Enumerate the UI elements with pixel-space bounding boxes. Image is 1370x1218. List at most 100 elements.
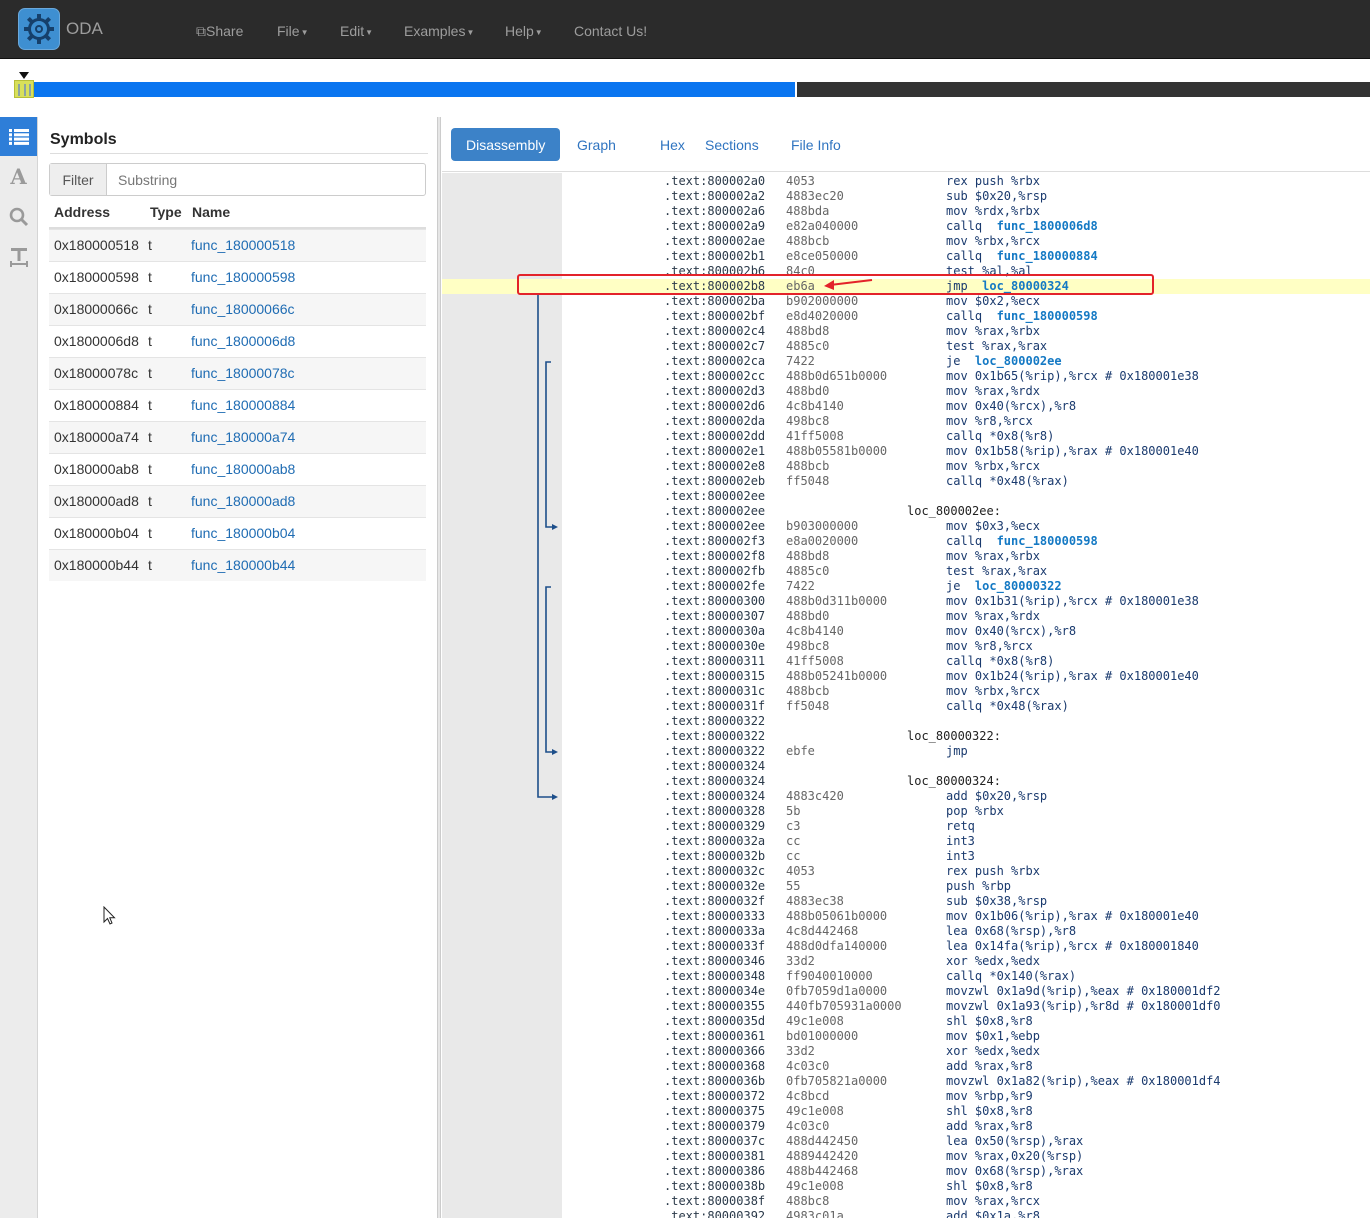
sidebar-item-text[interactable] bbox=[0, 237, 37, 276]
filter-input[interactable] bbox=[107, 164, 425, 195]
table-row[interactable]: 0x180000b04 t func_180000b04 bbox=[49, 517, 426, 549]
disassembly-line[interactable]: .text:800002cc 488b0d651b0000 mov 0x1b65(%… bbox=[442, 369, 1370, 384]
position-marker-icon[interactable] bbox=[19, 72, 29, 79]
binary-position-bar[interactable] bbox=[14, 80, 1370, 98]
disassembly-line[interactable]: .text:80000386 488b442468 mov 0x68(%rsp),%… bbox=[442, 1164, 1370, 1179]
oda-logo[interactable] bbox=[18, 8, 60, 50]
disassembly-line[interactable]: .text:80000366 33d2 xor %edx,%edx bbox=[442, 1044, 1370, 1059]
symbol-name-link[interactable]: func_1800006d8 bbox=[191, 333, 295, 349]
table-row[interactable]: 0x180000884 t func_180000884 bbox=[49, 389, 426, 421]
disassembly-line[interactable]: .text:80000355 440fb705931a0000 movzwl 0x1… bbox=[442, 999, 1370, 1014]
disassembly-line[interactable]: .text:8000034e 0fb7059d1a0000 movzwl 0x1a9… bbox=[442, 984, 1370, 999]
disassembly-line[interactable]: .text:800002fe 7422 je loc_80000322 bbox=[442, 579, 1370, 594]
disassembly-line[interactable]: .text:800002ca 7422 je loc_800002ee bbox=[442, 354, 1370, 369]
disassembly-line[interactable]: .text:80000392 4983c01a add $0x1a,%r8 bbox=[442, 1209, 1370, 1218]
disassembly-line[interactable]: .text:80000300 488b0d311b0000 mov 0x1b31(%… bbox=[442, 594, 1370, 609]
table-row[interactable]: 0x1800006d8 t func_1800006d8 bbox=[49, 325, 426, 357]
sidebar-item-strings[interactable]: A bbox=[0, 157, 37, 196]
disassembly-line[interactable]: .text:800002a0 4053 rex push %rbx bbox=[442, 174, 1370, 189]
disassembly-line[interactable]: .text:800002a6 488bda mov %rdx,%rbx bbox=[442, 204, 1370, 219]
branch-target-link[interactable]: func_1800006d8 bbox=[997, 219, 1098, 233]
column-header-address[interactable]: Address bbox=[54, 204, 110, 220]
table-row[interactable]: 0x180000a74 t func_180000a74 bbox=[49, 421, 426, 453]
disassembly-view[interactable]: .text:800002a0 4053 rex push %rbx .text:800… bbox=[442, 173, 1370, 1218]
disassembly-line[interactable]: .text:800002f8 488bd8 mov %rax,%rbx bbox=[442, 549, 1370, 564]
symbol-name-link[interactable]: func_180000b04 bbox=[191, 525, 295, 541]
disassembly-line[interactable]: .text:8000030a 4c8b4140 mov 0x40(%rcx),%r8 bbox=[442, 624, 1370, 639]
branch-target-link[interactable]: loc_80000322 bbox=[975, 579, 1062, 593]
table-row[interactable]: 0x18000078c t func_18000078c bbox=[49, 357, 426, 389]
file-menu[interactable]: File▼ bbox=[277, 23, 308, 39]
symbol-name-link[interactable]: func_180000598 bbox=[191, 269, 295, 285]
disassembly-line[interactable]: .text:800002a9 e82a040000 callq func_18000… bbox=[442, 219, 1370, 234]
disassembly-line[interactable]: .text:800002dd 41ff5008 callq *0x8(%r8) bbox=[442, 429, 1370, 444]
table-row[interactable]: 0x180000ab8 t func_180000ab8 bbox=[49, 453, 426, 485]
disassembly-line[interactable]: .text:80000315 488b05241b0000 mov 0x1b24(%… bbox=[442, 669, 1370, 684]
disassembly-line[interactable]: .text:8000036b 0fb705821a0000 movzwl 0x1a8… bbox=[442, 1074, 1370, 1089]
symbol-name-link[interactable]: func_180000a74 bbox=[191, 429, 295, 445]
disassembly-line[interactable]: .text:80000322 bbox=[442, 714, 1370, 729]
edit-menu[interactable]: Edit▼ bbox=[340, 23, 373, 39]
disassembly-line[interactable]: .text:80000333 488b05061b0000 mov 0x1b06(%… bbox=[442, 909, 1370, 924]
table-row[interactable]: 0x180000518 t func_180000518 bbox=[49, 229, 426, 261]
disassembly-line[interactable]: .text:80000346 33d2 xor %edx,%edx bbox=[442, 954, 1370, 969]
tab-sections[interactable]: Sections bbox=[690, 128, 774, 161]
disassembly-line[interactable]: .text:80000324 bbox=[442, 759, 1370, 774]
disassembly-line[interactable]: .text:800002a2 4883ec20 sub $0x20,%rsp bbox=[442, 189, 1370, 204]
sidebar-item-symbols[interactable] bbox=[0, 117, 37, 156]
disassembly-line[interactable]: .text:80000322 ebfe jmp bbox=[442, 744, 1370, 759]
disassembly-line[interactable]: .text:800002ee b903000000 mov $0x3,%ecx bbox=[442, 519, 1370, 534]
symbol-name-link[interactable]: func_180000b44 bbox=[191, 557, 295, 573]
symbol-name-link[interactable]: func_180000ad8 bbox=[191, 493, 295, 509]
disassembly-line[interactable]: .text:80000322 loc_80000322: bbox=[442, 729, 1370, 744]
disassembly-line[interactable]: .text:800002f3 e8a0020000 callq func_18000… bbox=[442, 534, 1370, 549]
tab-disassembly[interactable]: Disassembly bbox=[451, 128, 561, 161]
disassembly-line[interactable]: .text:800002c7 4885c0 test %rax,%rax bbox=[442, 339, 1370, 354]
disassembly-line[interactable]: .text:800002ba b902000000 mov $0x2,%ecx bbox=[442, 294, 1370, 309]
disassembly-line[interactable]: .text:800002ae 488bcb mov %rbx,%rcx bbox=[442, 234, 1370, 249]
disassembly-line[interactable]: .text:80000361 bd01000000 mov $0x1,%ebp bbox=[442, 1029, 1370, 1044]
disassembly-line[interactable]: .text:800002ee loc_800002ee: bbox=[442, 504, 1370, 519]
disassembly-line[interactable]: .text:8000031c 488bcb mov %rbx,%rcx bbox=[442, 684, 1370, 699]
disassembly-line[interactable]: .text:800002e1 488b05581b0000 mov 0x1b58(%… bbox=[442, 444, 1370, 459]
table-row[interactable]: 0x18000066c t func_18000066c bbox=[49, 293, 426, 325]
position-handle[interactable] bbox=[14, 80, 34, 98]
disassembly-line[interactable]: .text:80000372 4c8bcd mov %rbp,%r9 bbox=[442, 1089, 1370, 1104]
table-row[interactable]: 0x180000b44 t func_180000b44 bbox=[49, 549, 426, 581]
disassembly-line[interactable]: .text:8000032f 4883ec38 sub $0x38,%rsp bbox=[442, 894, 1370, 909]
tab-file-info[interactable]: File Info bbox=[776, 128, 856, 161]
table-row[interactable]: 0x180000598 t func_180000598 bbox=[49, 261, 426, 293]
panel-splitter[interactable] bbox=[437, 117, 441, 1218]
disassembly-line[interactable]: .text:800002b1 e8ce050000 callq func_18000… bbox=[442, 249, 1370, 264]
disassembly-line[interactable]: .text:80000311 41ff5008 callq *0x8(%r8) bbox=[442, 654, 1370, 669]
share-menu[interactable]: ⧉Share bbox=[196, 23, 243, 40]
disassembly-line[interactable]: .text:8000037c 488d442450 lea 0x50(%rsp),%… bbox=[442, 1134, 1370, 1149]
disassembly-line[interactable]: .text:800002fb 4885c0 test %rax,%rax bbox=[442, 564, 1370, 579]
disassembly-line[interactable]: .text:8000031f ff5048 callq *0x48(%rax) bbox=[442, 699, 1370, 714]
branch-target-link[interactable]: func_180000598 bbox=[997, 534, 1098, 548]
disassembly-line[interactable]: .text:80000324 loc_80000324: bbox=[442, 774, 1370, 789]
disassembly-line[interactable]: .text:80000379 4c03c0 add %rax,%r8 bbox=[442, 1119, 1370, 1134]
disassembly-line[interactable]: .text:800002bf e8d4020000 callq func_18000… bbox=[442, 309, 1370, 324]
disassembly-line[interactable]: .text:800002eb ff5048 callq *0x48(%rax) bbox=[442, 474, 1370, 489]
help-menu[interactable]: Help▼ bbox=[505, 23, 543, 39]
symbol-name-link[interactable]: func_180000518 bbox=[191, 237, 295, 253]
disassembly-line[interactable]: .text:8000032b cc int3 bbox=[442, 849, 1370, 864]
disassembly-line[interactable]: .text:80000375 49c1e008 shl $0x8,%r8 bbox=[442, 1104, 1370, 1119]
contact-link[interactable]: Contact Us! bbox=[574, 23, 647, 39]
disassembly-line[interactable]: .text:80000368 4c03c0 add %rax,%r8 bbox=[442, 1059, 1370, 1074]
disassembly-line[interactable]: .text:8000032e 55 push %rbp bbox=[442, 879, 1370, 894]
disassembly-line[interactable]: .text:80000381 4889442420 mov %rax,0x20(%r… bbox=[442, 1149, 1370, 1164]
disassembly-line[interactable]: .text:800002d3 488bd0 mov %rax,%rdx bbox=[442, 384, 1370, 399]
disassembly-line[interactable]: .text:80000307 488bd0 mov %rax,%rdx bbox=[442, 609, 1370, 624]
disassembly-line[interactable]: .text:8000035d 49c1e008 shl $0x8,%r8 bbox=[442, 1014, 1370, 1029]
table-row[interactable]: 0x180000ad8 t func_180000ad8 bbox=[49, 485, 426, 517]
disassembly-line[interactable]: .text:800002e8 488bcb mov %rbx,%rcx bbox=[442, 459, 1370, 474]
symbol-name-link[interactable]: func_18000078c bbox=[191, 365, 295, 381]
disassembly-line[interactable]: .text:800002ee bbox=[442, 489, 1370, 504]
examples-menu[interactable]: Examples▼ bbox=[404, 23, 474, 39]
disassembly-line[interactable]: .text:80000324 4883c420 add $0x20,%rsp bbox=[442, 789, 1370, 804]
brand-name[interactable]: ODA bbox=[66, 19, 103, 39]
column-header-name[interactable]: Name bbox=[192, 204, 230, 220]
disassembly-line[interactable]: .text:80000329 c3 retq bbox=[442, 819, 1370, 834]
